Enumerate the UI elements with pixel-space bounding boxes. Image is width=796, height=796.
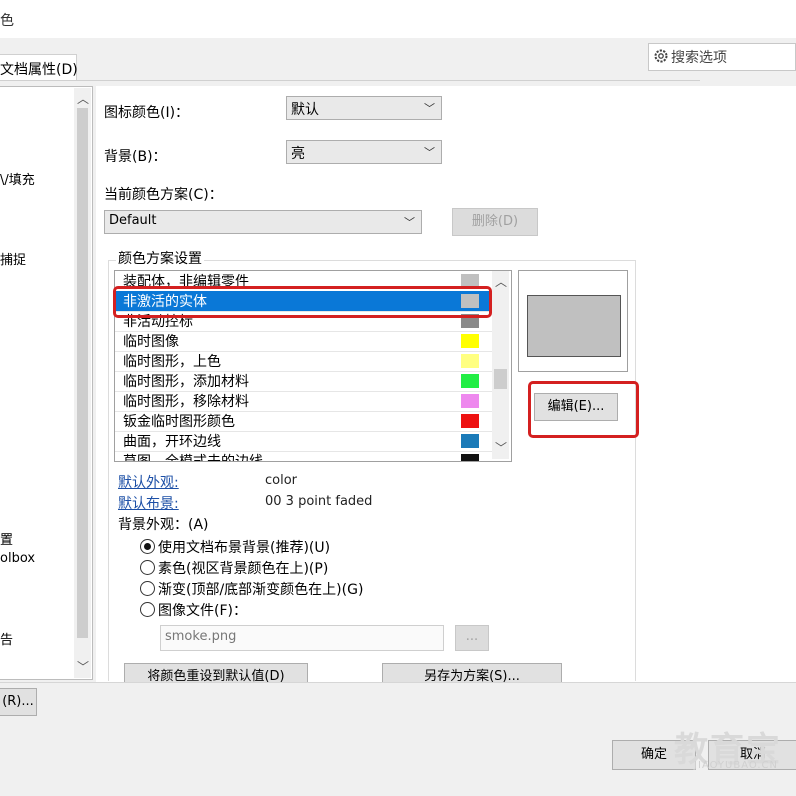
tree-item-warning[interactable]: 告 [0, 629, 13, 648]
radio-label: 使用文档布景背景(推荐)(U) [158, 540, 331, 556]
chevron-up-icon[interactable]: ︿ [77, 90, 89, 107]
color-swatch [461, 374, 479, 388]
default-scene-link[interactable]: 默认布景: [118, 493, 179, 513]
radio-label: 素色(视区背景颜色在上)(P) [158, 561, 329, 577]
left-scroll-thumb[interactable] [77, 108, 88, 638]
list-item[interactable]: 草图，全模式未的边线 [115, 451, 495, 462]
radio-label: 渐变(顶部/底部渐变颜色在上)(G) [158, 582, 364, 598]
list-item[interactable]: 临时图形，移除材料 [115, 391, 495, 412]
radio-document-scene[interactable]: 使用文档布景背景(推荐)(U) [140, 537, 330, 557]
background-label: 背景(B)： [104, 149, 167, 165]
color-swatch [461, 434, 479, 448]
color-preview [518, 270, 628, 372]
title-bar: 色 [0, 0, 796, 38]
watermark-url: JIAOYUBAO.CN [694, 760, 778, 771]
color-preview-swatch [527, 295, 621, 357]
radio-unchecked-icon [140, 581, 155, 596]
default-scene-value: 00 3 point faded [265, 494, 373, 509]
background-select[interactable]: 亮 ﹀ [286, 140, 442, 164]
chevron-down-icon[interactable]: ﹀ [77, 658, 89, 675]
tab-divider [0, 80, 700, 81]
chevron-up-icon[interactable]: ︿ [495, 273, 507, 290]
background-value: 亮 [291, 146, 305, 162]
tab-document-properties[interactable]: 文档属性(D) [0, 54, 78, 81]
chevron-down-icon: ﹀ [424, 146, 435, 159]
list-item[interactable]: 临时图形，添加材料 [115, 371, 495, 392]
list-item[interactable]: 临时图形，上色 [115, 351, 495, 372]
browse-button[interactable]: ... [455, 625, 489, 651]
radio-unchecked-icon [140, 602, 155, 617]
list-item-label: 临时图形，添加材料 [123, 374, 249, 390]
list-item-label: 临时图形，上色 [123, 354, 221, 370]
radio-label: 图像文件(F)： [158, 603, 247, 619]
scheme-label: 当前颜色方案(C)： [104, 187, 223, 203]
radio-unchecked-icon [140, 560, 155, 575]
list-item-label: 曲面，开环边线 [123, 434, 221, 450]
search-placeholder: 搜索选项 [671, 50, 727, 66]
list-item[interactable]: 曲面，开环边线 [115, 431, 495, 452]
default-appearance-value: color [265, 473, 298, 488]
tab-label: 文档属性(D) [0, 62, 78, 78]
list-item-label: 草图，全模式未的边线 [123, 454, 263, 462]
search-options-box[interactable]: 搜索选项 [648, 43, 796, 71]
icon-color-value: 默认 [291, 102, 319, 118]
color-swatch [461, 414, 479, 428]
left-scrollbar[interactable]: ︿ ﹀ [74, 88, 91, 678]
delete-scheme-button[interactable]: 删除(D) [452, 208, 538, 236]
tree-item-toolbox[interactable]: olbox [0, 551, 35, 566]
scheme-select[interactable]: Default ﹀ [104, 210, 422, 234]
tree-item-fill[interactable]: \/填充 [0, 169, 35, 188]
list-scrollbar[interactable]: ︿ ﹀ [492, 271, 509, 459]
color-swatch [461, 394, 479, 408]
chevron-down-icon: ﹀ [424, 102, 435, 115]
gear-icon [654, 49, 668, 63]
image-file-value: smoke.png [165, 629, 237, 644]
highlight-box-selected-item [113, 286, 492, 318]
radio-image-file[interactable]: 图像文件(F)： [140, 600, 247, 620]
chevron-down-icon[interactable]: ﹀ [495, 439, 507, 456]
radio-plain-color[interactable]: 素色(视区背景颜色在上)(P) [140, 558, 328, 578]
list-item[interactable]: 临时图像 [115, 331, 495, 352]
color-swatch [461, 354, 479, 368]
list-item-label: 钣金临时图形颜色 [123, 414, 235, 430]
highlight-box-edit-button [528, 381, 639, 438]
icon-color-select[interactable]: 默认 ﹀ [286, 96, 442, 120]
list-scroll-thumb[interactable] [494, 369, 507, 389]
chevron-down-icon: ﹀ [404, 216, 415, 229]
list-item-label: 临时图像 [123, 334, 179, 350]
window-title: 色 [0, 13, 14, 29]
save-scheme-button[interactable]: 另存为方案(S)... [382, 663, 562, 683]
radio-checked-icon [140, 539, 155, 554]
tree-item-snap[interactable]: 捕捉 [0, 249, 26, 268]
default-appearance-link[interactable]: 默认外观: [118, 472, 179, 492]
reset-colors-button[interactable]: 将颜色重设到默认值(D) [124, 663, 308, 683]
icon-color-label: 图标颜色(I)： [104, 105, 190, 121]
list-item-label: 临时图形，移除材料 [123, 394, 249, 410]
tree-item-settings[interactable]: 置 [0, 529, 13, 548]
scheme-value: Default [109, 213, 157, 228]
color-swatch [461, 454, 479, 461]
image-file-input[interactable]: smoke.png [160, 625, 444, 651]
bg-appearance-label: 背景外观：(A) [118, 517, 209, 533]
left-panel-button[interactable]: (R)... [0, 688, 37, 716]
group-title: 颜色方案设置 [116, 248, 204, 268]
radio-gradient[interactable]: 渐变(顶部/底部渐变颜色在上)(G) [140, 579, 363, 599]
list-item[interactable]: 钣金临时图形颜色 [115, 411, 495, 432]
color-swatch [461, 334, 479, 348]
